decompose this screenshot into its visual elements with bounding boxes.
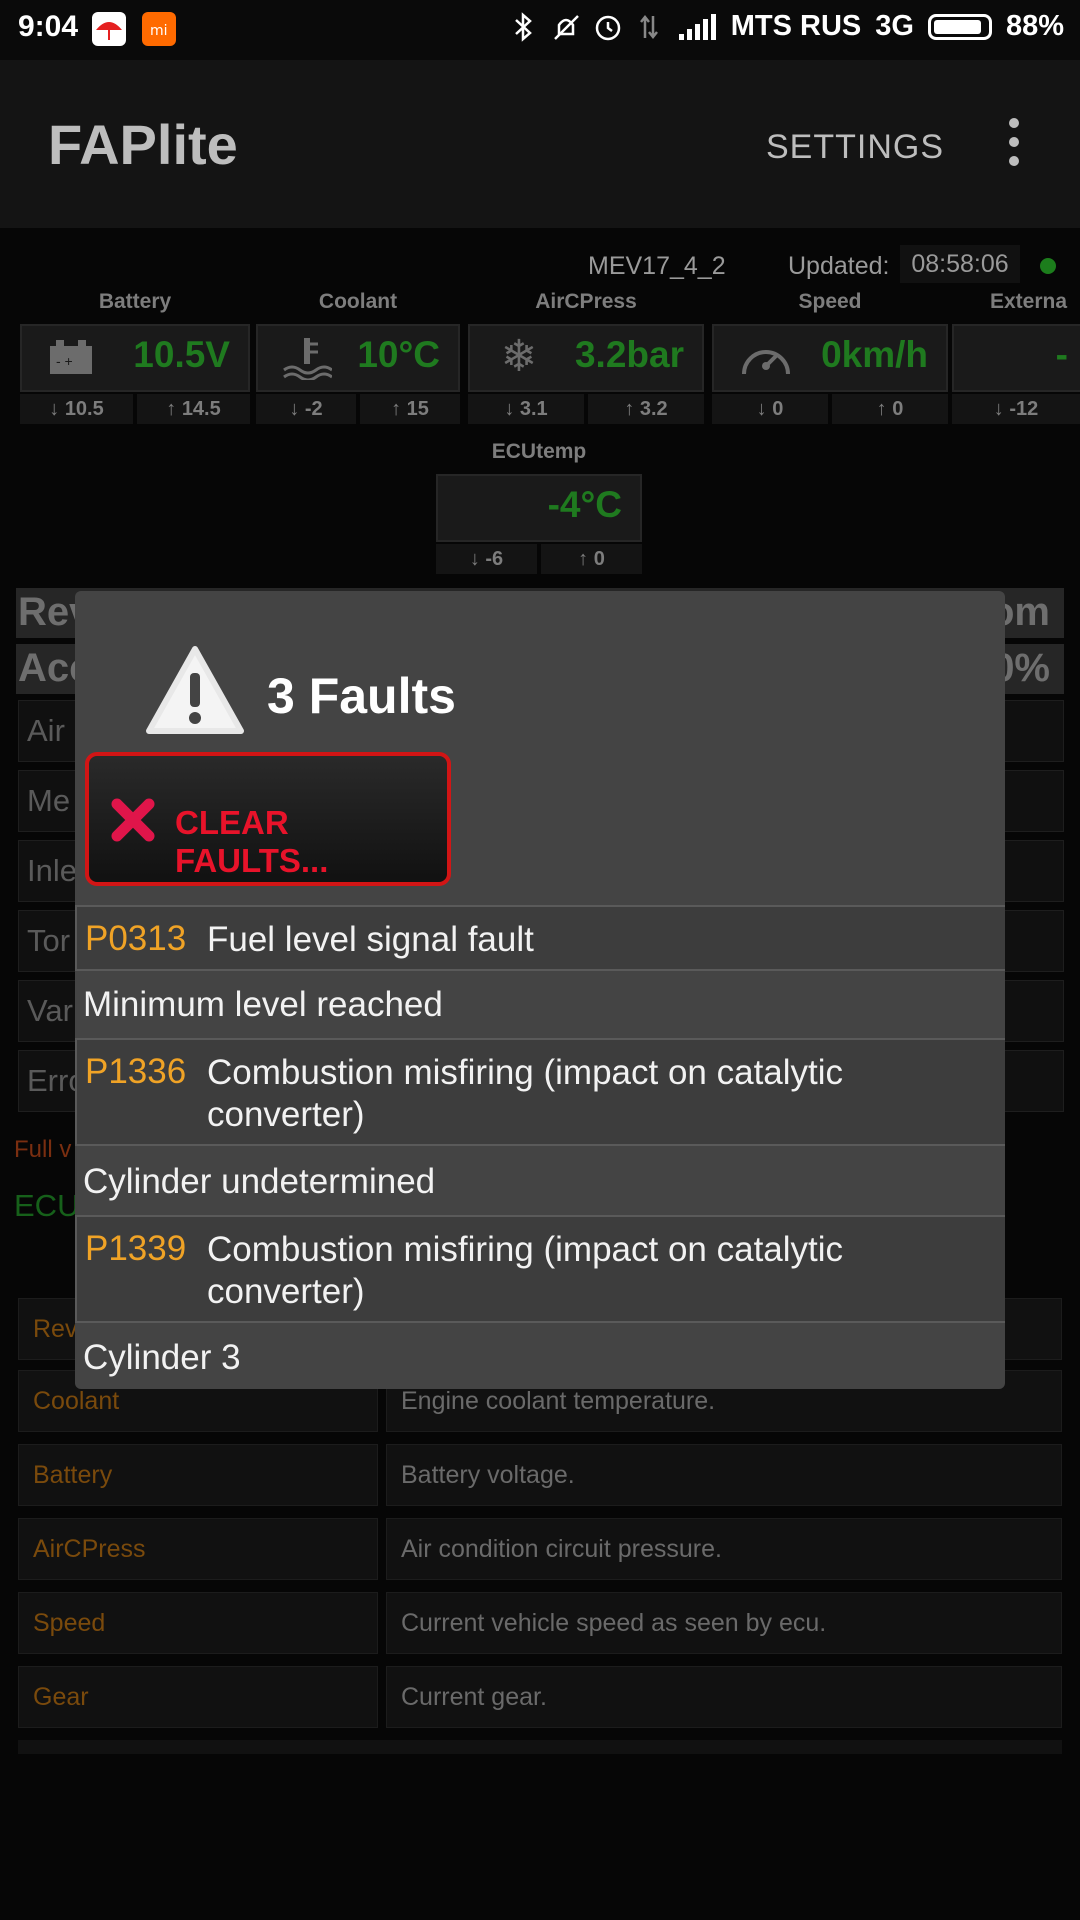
gauge-label: AirCPress — [535, 290, 637, 313]
dialog-title: 3 Faults — [267, 668, 456, 724]
battery-icon — [927, 13, 992, 40]
gauge-value: 10.5V — [133, 334, 230, 375]
gauge-min: ↓ -6 — [436, 544, 537, 574]
speedometer-icon — [738, 334, 790, 380]
network-label: 3G — [875, 10, 914, 42]
description-row: AirCPress Air condition circuit pressure. — [18, 1518, 1062, 1580]
ecu-section-label: ECU — [14, 1188, 80, 1223]
gauge-max: ↑ 0 — [541, 544, 642, 574]
status-time: 9:04 — [18, 10, 79, 43]
app-bar: FAPlite SETTINGS — [0, 60, 1080, 228]
close-icon — [109, 796, 157, 844]
clear-faults-button[interactable]: CLEAR FAULTS... — [85, 752, 451, 886]
clear-faults-label: CLEAR FAULTS... — [175, 804, 329, 879]
alarm-icon — [593, 12, 621, 42]
description-row: Battery Battery voltage. — [18, 1444, 1062, 1506]
fault-code: P1336 — [85, 1052, 187, 1091]
faults-dialog: 3 Faults CLEAR FAULTS... P0313 Fuel leve… — [75, 591, 1005, 1389]
gauge-value: -4°C — [547, 484, 622, 525]
svg-text:mi: mi — [150, 23, 168, 39]
gauge-max: ↑ 15 — [360, 394, 460, 424]
gauge-min: ↓ -2 — [256, 394, 356, 424]
gauge-battery[interactable]: Battery - + 10.5V ↓ 10.5 ↑ 14.5 — [20, 290, 250, 428]
gauge-label: Speed — [798, 290, 862, 313]
gauge-min: ↓ 0 — [712, 394, 828, 424]
gauge-max: ↑ 0 — [832, 394, 948, 424]
mute-icon — [551, 12, 579, 42]
fault-detail: Cylinder 3 — [83, 1338, 241, 1377]
gauge-label: Battery — [98, 290, 172, 313]
gauge-value: 3.2bar — [574, 334, 684, 375]
data-icon — [635, 12, 663, 42]
gauge-max: ↑ 3.2 — [588, 394, 704, 424]
description-row: Gear Current gear. — [18, 1666, 1062, 1728]
carrier-label: MTS RUS — [730, 10, 862, 42]
gauge-external[interactable]: Externa - ↓ -12 — [952, 290, 1080, 428]
fault-description: Combustion misfiring (impact on catalyti… — [207, 1053, 844, 1134]
coolant-temp-icon — [282, 334, 333, 382]
gauge-min: ↓ -12 — [952, 394, 1080, 424]
status-bar: 9:04 mi MTS RUS 3G 88% — [0, 0, 1080, 60]
list-divider — [18, 1740, 1062, 1754]
gauge-value: 10°C — [357, 334, 440, 375]
gauge-aircpress[interactable]: AirCPress ❄ 3.2bar ↓ 3.1 ↑ 3.2 — [468, 290, 704, 428]
signal-icon — [677, 12, 717, 42]
bluetooth-icon — [509, 11, 537, 42]
mi-app-icon: mi — [142, 12, 176, 46]
fault-row[interactable]: P1336 Combustion misfiring (impact on ca… — [75, 1038, 1005, 1146]
settings-button[interactable]: SETTINGS — [766, 128, 944, 167]
fault-description: Fuel level signal fault — [207, 920, 534, 959]
gauge-label: Externa — [990, 290, 1068, 313]
app-title: FAPlite — [48, 113, 238, 176]
snowflake-icon: ❄ — [500, 332, 538, 381]
full-version-note: Full v — [14, 1136, 72, 1163]
ecu-id: MEV17_4_2 — [588, 252, 726, 280]
updated-time: 08:58:06 — [900, 245, 1020, 283]
battery-percent: 88% — [1005, 10, 1064, 42]
connection-status-dot — [1040, 258, 1056, 274]
gauge-max: ↑ 14.5 — [137, 394, 250, 424]
fault-row[interactable]: P1339 Combustion misfiring (impact on ca… — [75, 1215, 1005, 1323]
battery-icon: - + — [46, 334, 96, 380]
status-right: MTS RUS 3G 88% — [509, 10, 1064, 43]
fault-detail: Minimum level reached — [83, 985, 443, 1024]
gauge-coolant[interactable]: Coolant 10°C ↓ -2 ↑ 15 — [256, 290, 460, 428]
overflow-menu-icon[interactable] — [1000, 118, 1028, 174]
gauge-label: Coolant — [318, 290, 398, 313]
gauge-value: 0km/h — [821, 334, 928, 375]
gauge-min: ↓ 3.1 — [468, 394, 584, 424]
warning-icon — [145, 645, 245, 735]
gauge-label: ECUtemp — [491, 440, 587, 463]
fault-code: P0313 — [85, 919, 187, 958]
gauge-value: - — [1055, 334, 1068, 375]
fault-detail: Cylinder undetermined — [83, 1162, 436, 1201]
gauge-speed[interactable]: Speed 0km/h ↓ 0 ↑ 0 — [712, 290, 948, 428]
svg-text:- +: - + — [56, 353, 73, 369]
gauge-min: ↓ 10.5 — [20, 394, 133, 424]
umbrella-app-icon — [92, 12, 126, 46]
gauge-ecutemp[interactable]: ECUtemp -4°C ↓ -6 ↑ 0 — [436, 440, 642, 578]
fault-code: P1339 — [85, 1229, 187, 1268]
fault-row[interactable]: P0313 Fuel level signal fault — [75, 905, 1005, 971]
fault-description: Combustion misfiring (impact on catalyti… — [207, 1230, 844, 1311]
description-row: Speed Current vehicle speed as seen by ec… — [18, 1592, 1062, 1654]
updated-label: Updated: — [788, 252, 890, 280]
